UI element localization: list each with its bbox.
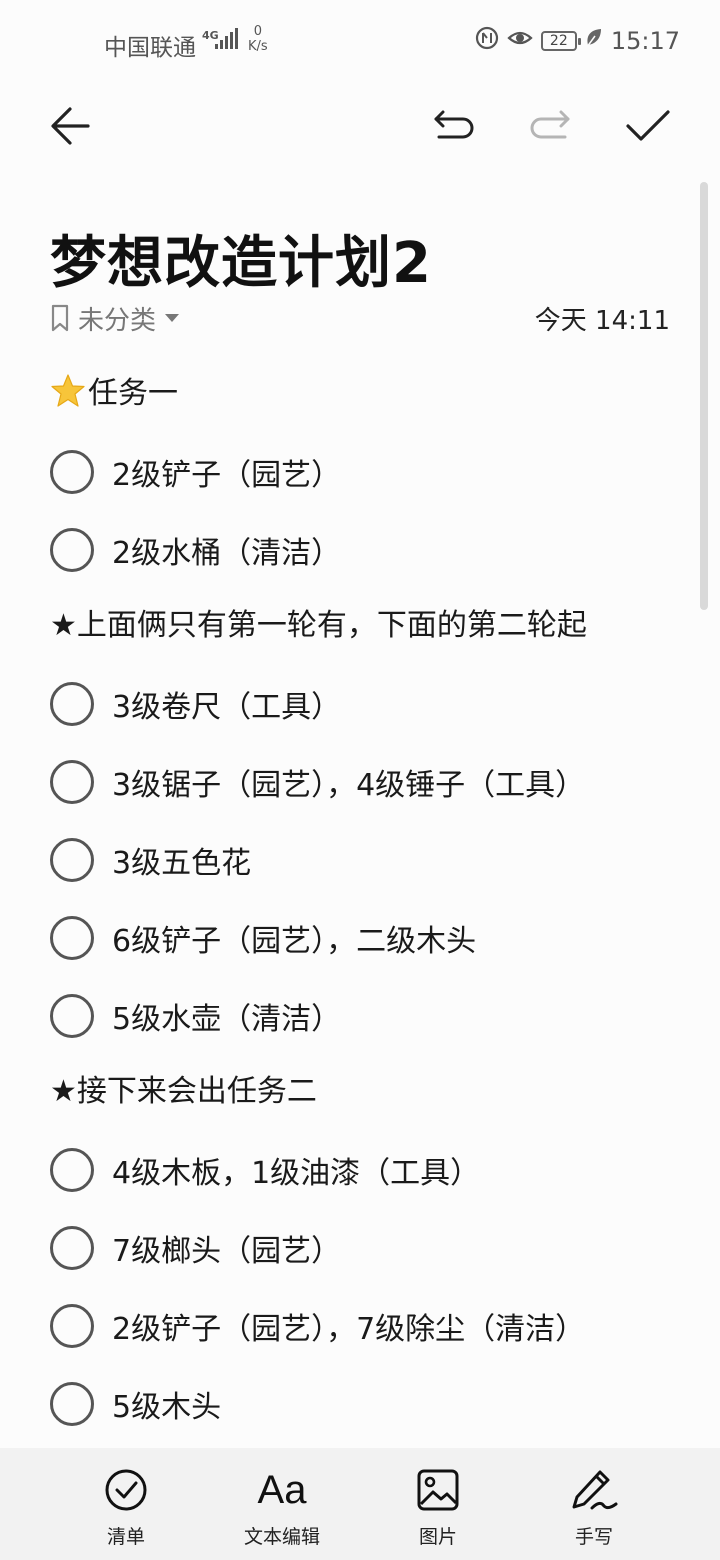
text-format-icon: Aa <box>258 1466 307 1514</box>
network-speed-value: 0 <box>253 24 262 39</box>
glowing-star-icon <box>50 373 86 417</box>
editor-toolbar <box>0 84 720 168</box>
checklist-item-text[interactable]: 5级水壶（清洁） <box>112 994 341 1038</box>
battery-level: 22 <box>549 33 568 49</box>
checklist-item[interactable]: 5级水壶（清洁） <box>50 992 341 1040</box>
handwriting-button-label: 手写 <box>574 1526 613 1548</box>
note-date: 今天 14:11 <box>534 305 670 336</box>
checklist-item-text[interactable]: 3级锯子（园艺），4级锤子（工具） <box>112 760 585 804</box>
section-heading[interactable]: 任务一 <box>50 368 178 417</box>
checklist-item[interactable]: 2级铲子（园艺） <box>50 448 341 496</box>
checklist-item[interactable]: 6级铲子（园艺），二级木头 <box>50 914 476 962</box>
category-label: 未分类 <box>78 305 157 336</box>
checkbox-circle[interactable] <box>50 1226 94 1270</box>
checklist-item[interactable]: 2级水桶（清洁） <box>50 526 341 574</box>
back-arrow-icon <box>51 107 90 145</box>
scrollbar[interactable] <box>700 182 708 610</box>
checkbox-circle[interactable] <box>50 916 94 960</box>
text-edit-button[interactable]: Aa 文本编辑 <box>222 1466 342 1549</box>
checklist-button[interactable]: 清单 <box>66 1466 186 1549</box>
redo-icon <box>530 110 570 139</box>
note-editor-screen: 中国联通 4G 0 K/s 22 15:17 梦想改造计划2 未分类 今天 14… <box>0 0 720 1560</box>
checklist-item[interactable]: 5级木头 <box>50 1380 221 1428</box>
save-button[interactable] <box>622 100 674 152</box>
redo-button[interactable] <box>524 100 576 152</box>
checklist-item-text[interactable]: 3级卷尺（工具） <box>112 682 341 726</box>
bottom-toolbar: 清单 Aa 文本编辑 图片 手写 <box>0 1448 720 1560</box>
checkbox-circle[interactable] <box>50 450 94 494</box>
checkbox-circle[interactable] <box>50 838 94 882</box>
category-selector[interactable]: 未分类 <box>50 300 180 337</box>
handwriting-button[interactable]: 手写 <box>534 1466 654 1549</box>
checklist-item-text[interactable]: 4级木板，1级油漆（工具） <box>112 1148 480 1192</box>
eye-comfort-icon <box>507 28 533 54</box>
status-right-group: 22 15:17 <box>475 26 680 56</box>
image-button-label: 图片 <box>418 1526 457 1548</box>
chevron-down-icon <box>165 314 180 322</box>
text-format-glyph: Aa <box>257 1468 307 1512</box>
checklist-item[interactable]: 3级锯子（园艺），4级锤子（工具） <box>50 758 585 806</box>
checkbox-circle[interactable] <box>50 1304 94 1348</box>
network-speed-unit: K/s <box>248 39 268 54</box>
note-title[interactable]: 梦想改造计划2 <box>50 218 432 299</box>
checklist-item-text[interactable]: 7级榔头（园艺） <box>112 1226 341 1270</box>
checkbox-circle[interactable] <box>50 994 94 1038</box>
checklist-item[interactable]: 4级木板，1级油漆（工具） <box>50 1146 480 1194</box>
network-speed: 0 K/s <box>248 24 268 54</box>
note-meta: 未分类 今天 14:11 <box>50 298 670 338</box>
back-button[interactable] <box>44 100 96 152</box>
checkbox-circle[interactable] <box>50 1382 94 1426</box>
checkbox-circle[interactable] <box>50 528 94 572</box>
checklist-item-text[interactable]: 5级木头 <box>112 1382 221 1426</box>
checklist-item-text[interactable]: 2级铲子（园艺） <box>112 450 341 494</box>
status-bar: 中国联通 4G 0 K/s 22 15:17 <box>0 0 720 84</box>
bookmark-icon <box>51 304 69 332</box>
note-paragraph[interactable]: ★上面俩只有第一轮有，下面的第二轮起 <box>50 600 587 644</box>
checklist-item-text[interactable]: 3级五色花 <box>112 838 251 882</box>
image-icon <box>416 1466 460 1514</box>
check-icon <box>626 110 670 141</box>
nfc-icon <box>475 26 499 56</box>
handwriting-icon <box>570 1466 618 1514</box>
checkbox-circle[interactable] <box>50 1148 94 1192</box>
checklist-button-label: 清单 <box>106 1526 145 1548</box>
checklist-item[interactable]: 2级铲子（园艺），7级除尘（清洁） <box>50 1302 585 1350</box>
leaf-icon <box>585 28 603 54</box>
undo-icon <box>434 110 474 139</box>
checklist-item-text[interactable]: 6级铲子（园艺），二级木头 <box>112 916 476 960</box>
checklist-item[interactable]: 3级卷尺（工具） <box>50 680 341 728</box>
image-button[interactable]: 图片 <box>378 1466 498 1549</box>
undo-button[interactable] <box>428 100 480 152</box>
text-edit-button-label: 文本编辑 <box>243 1526 320 1548</box>
checklist-item[interactable]: 3级五色花 <box>50 836 251 884</box>
checklist-item-text[interactable]: 2级水桶（清洁） <box>112 528 341 572</box>
carrier-name: 中国联通 <box>104 35 196 61</box>
checkbox-circle[interactable] <box>50 682 94 726</box>
checkbox-circle[interactable] <box>50 760 94 804</box>
checklist-item[interactable]: 7级榔头（园艺） <box>50 1224 341 1272</box>
note-paragraph[interactable]: ★接下来会出任务二 <box>50 1066 317 1110</box>
section-heading-text: 任务一 <box>88 376 178 411</box>
checklist-item-text[interactable]: 2级铲子（园艺），7级除尘（清洁） <box>112 1304 585 1348</box>
battery-icon: 22 <box>540 31 581 51</box>
clock: 15:17 <box>610 27 680 55</box>
signal-icon <box>214 28 240 56</box>
checklist-icon <box>104 1466 148 1514</box>
